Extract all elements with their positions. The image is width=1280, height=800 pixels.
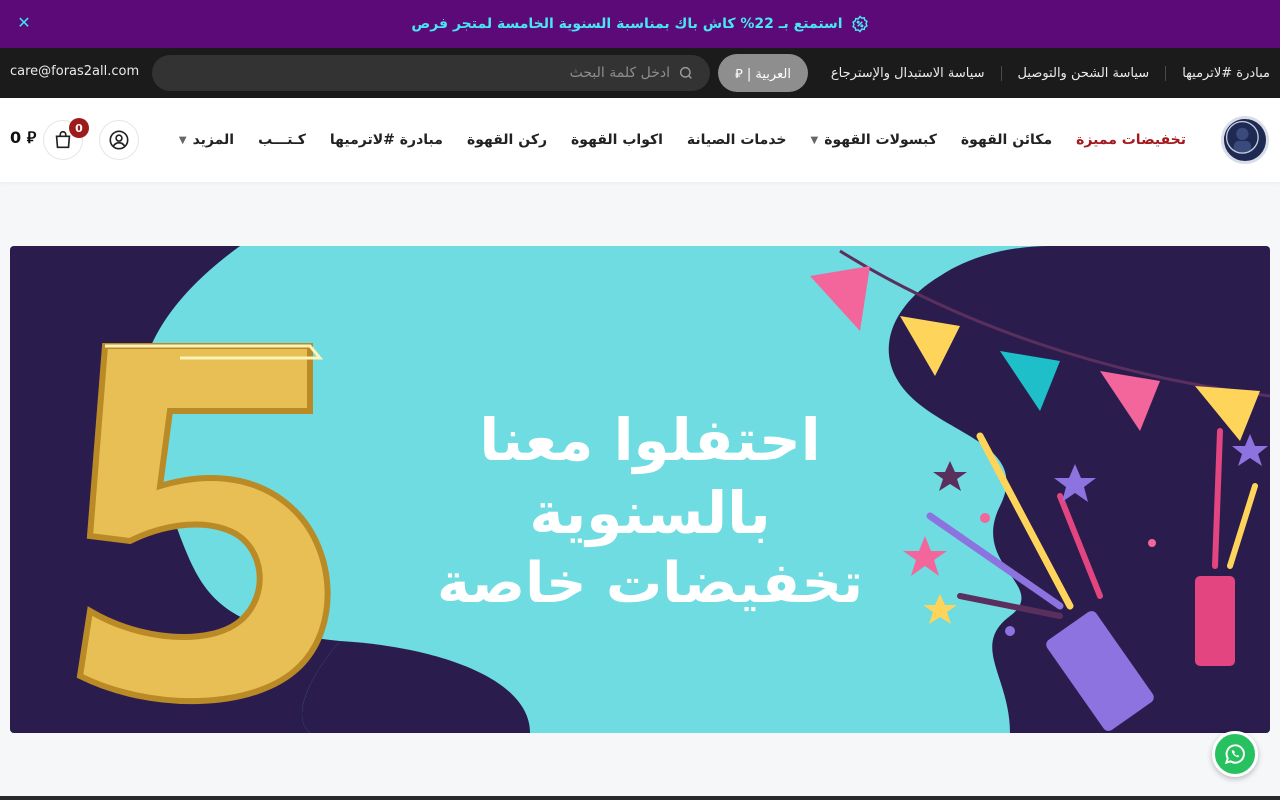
banner-line-2: تخفيضات خاصة: [437, 551, 863, 616]
announcement-message[interactable]: استمتع بـ 22% كاش باك بمناسبة السنوية ال…: [411, 15, 868, 33]
nav-coffee-capsules[interactable]: كبسولات القهوة ▼: [811, 132, 937, 148]
store-logo[interactable]: [1221, 116, 1269, 164]
whatsapp-button[interactable]: [1212, 731, 1258, 777]
top-utility-bar: care@foras2all.com العربية | ⃁ مبادرة #ل…: [0, 48, 1280, 98]
close-icon[interactable]: ✕: [14, 13, 34, 33]
top-links: مبادرة #لاترميها سياسة الشحن والتوصيل سي…: [831, 48, 1270, 98]
nav-latarmiha[interactable]: مبادرة #لاترميها: [330, 132, 443, 148]
nav-label: ركن القهوة: [466, 132, 548, 148]
cart-total: 0 ⃁: [10, 128, 37, 147]
discount-badge-icon: [851, 15, 868, 33]
chevron-down-icon: ▼: [810, 134, 819, 146]
nav-coffee-cups[interactable]: اكواب القهوة: [571, 132, 663, 148]
account-button[interactable]: [99, 120, 139, 160]
nav-label: مبادرة #لاترميها: [329, 132, 443, 148]
nav-label: مكائن القهوة: [960, 132, 1053, 148]
nav-label: المزيد: [192, 132, 235, 148]
nav-books[interactable]: كـتـــب: [258, 132, 306, 148]
nav-more[interactable]: المزيد ▼: [179, 132, 234, 148]
nav-coffee-machines[interactable]: مكائن القهوة: [961, 132, 1052, 148]
nav-label: كبسولات القهوة: [824, 132, 937, 148]
whatsapp-icon: [1224, 744, 1245, 765]
nav-maintenance-services[interactable]: خدمات الصيانة: [687, 132, 787, 148]
search-input[interactable]: [190, 65, 670, 81]
nav-coffee-corner[interactable]: ركن القهوة: [467, 132, 547, 148]
banner-line-1: احتفلوا معنا بالسنوية: [479, 406, 821, 547]
main-navigation: تخفيضات مميزة مكائن القهوة كبسولات القهو…: [179, 98, 1186, 182]
nav-label: خدمات الصيانة: [686, 132, 787, 148]
banner-headline: احتفلوا معنا بالسنوية تخفيضات خاصة: [350, 404, 950, 619]
logo-emblem-icon: [1224, 119, 1261, 156]
hero-banner[interactable]: احتفلوا معنا بالسنوية تخفيضات خاصة: [10, 246, 1270, 733]
top-link-latarmiha[interactable]: مبادرة #لاترميها: [1165, 65, 1270, 81]
cart-count-badge: 0: [69, 118, 89, 138]
search-bar: [152, 55, 710, 91]
contact-email[interactable]: care@foras2all.com: [10, 64, 139, 79]
chevron-down-icon: ▼: [178, 134, 187, 146]
language-currency-switcher[interactable]: العربية | ⃁: [718, 54, 808, 92]
nav-label: كـتـــب: [258, 132, 306, 148]
main-header: تخفيضات مميزة مكائن القهوة كبسولات القهو…: [0, 98, 1280, 182]
language-label: العربية | ⃁: [735, 66, 791, 82]
nav-label: تخفيضات مميزة: [1076, 132, 1186, 148]
nav-featured-discounts[interactable]: تخفيضات مميزة: [1076, 132, 1186, 148]
announcement-text: استمتع بـ 22% كاش باك بمناسبة السنوية ال…: [411, 16, 843, 32]
user-icon: [109, 130, 129, 150]
search-icon[interactable]: [678, 65, 694, 81]
top-link-return-policy[interactable]: سياسة الاستبدال والإسترجاع: [831, 66, 1001, 81]
announcement-bar: ✕ استمتع بـ 22% كاش باك بمناسبة السنوية …: [0, 0, 1280, 48]
top-link-shipping-policy[interactable]: سياسة الشحن والتوصيل: [1000, 65, 1166, 81]
page-bottom-edge: [0, 796, 1280, 800]
nav-label: اكواب القهوة: [571, 132, 663, 148]
